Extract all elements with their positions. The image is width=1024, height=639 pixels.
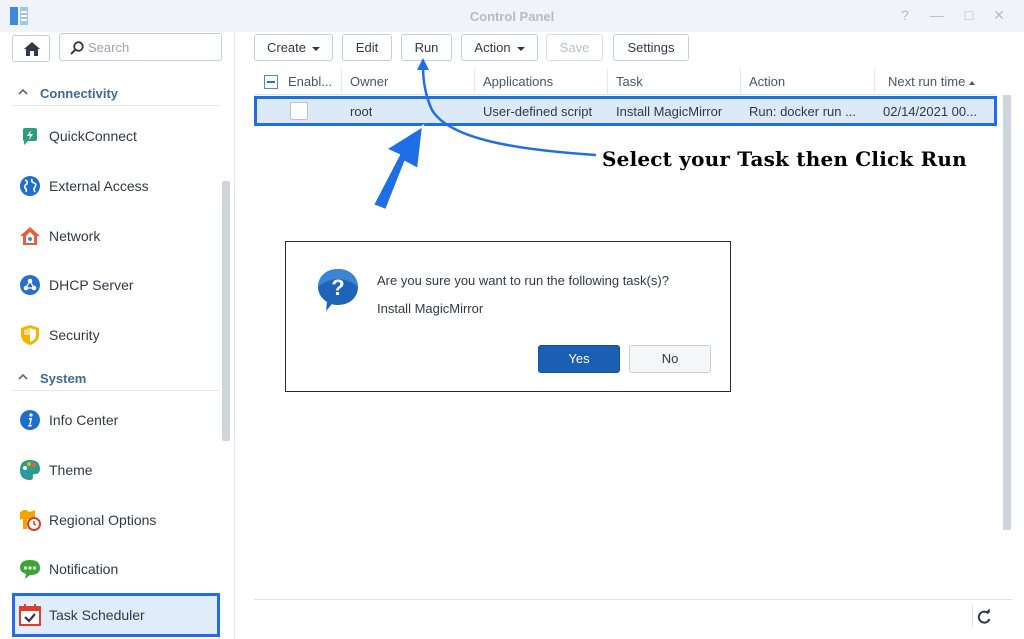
- dialog-message: Are you sure you want to run the followi…: [377, 273, 669, 288]
- question-icon: ?: [318, 269, 358, 311]
- svg-text:?: ?: [331, 275, 344, 300]
- dialog-task-name: Install MagicMirror: [377, 301, 484, 316]
- no-button[interactable]: No: [629, 345, 711, 373]
- yes-button[interactable]: Yes: [538, 345, 620, 373]
- annotation-text: Select your Task then Click Run: [602, 147, 967, 171]
- confirm-run-dialog: ? Are you sure you want to run the follo…: [285, 241, 731, 392]
